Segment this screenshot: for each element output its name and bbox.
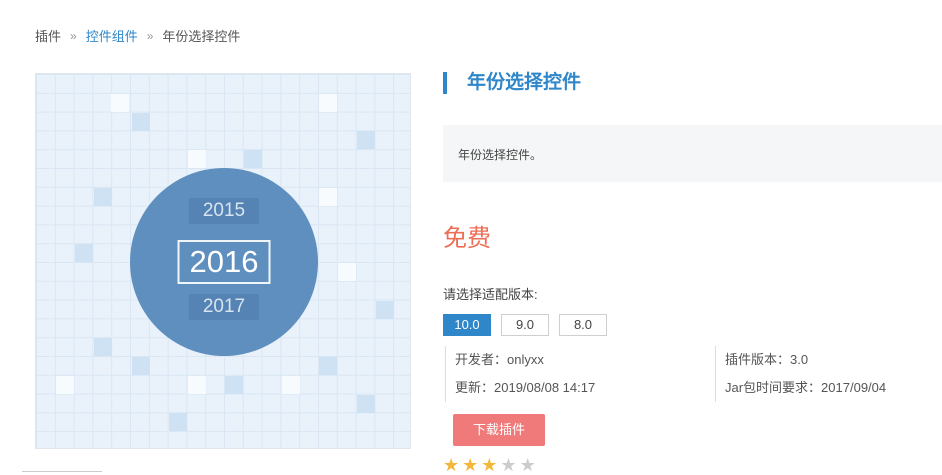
rating-stars: ★ ★ ★ ★ ★ [443, 456, 536, 474]
preview-tile [188, 376, 206, 394]
price-label: 免费 [443, 225, 491, 252]
plugin-meta-right: 插件版本：3.0 Jar包时间要求：2017/09/04 [715, 346, 886, 402]
year-current: 2016 [177, 240, 271, 284]
year-picker-circle: 2015 2016 2017 [130, 168, 318, 356]
preview-tile [282, 376, 300, 394]
star-icon[interactable]: ★ [443, 456, 459, 474]
preview-tile [132, 357, 150, 375]
plugin-title: 年份选择控件 [443, 72, 581, 94]
preview-tile [225, 376, 243, 394]
star-icon[interactable]: ★ [462, 456, 478, 474]
breadcrumb-category-link[interactable]: 控件组件 [86, 26, 138, 45]
preview-tile [244, 150, 262, 168]
preview-tile [111, 94, 129, 112]
plugin-meta-left: 开发者：onlyxx 更新：2019/08/08 14:17 [445, 346, 595, 402]
breadcrumb-separator: » [70, 28, 77, 43]
breadcrumb-current: 年份选择控件 [162, 29, 241, 44]
preview-tile [376, 301, 394, 319]
star-icon[interactable]: ★ [481, 456, 497, 474]
preview-tile [319, 357, 337, 375]
version-options: 10.0 9.0 8.0 [443, 314, 607, 336]
preview-tile [357, 395, 375, 413]
preview-tile [188, 150, 206, 168]
year-previous: 2015 [188, 198, 260, 224]
download-plugin-button[interactable]: 下载插件 [453, 414, 545, 446]
plugin-preview-image: 2015 2016 2017 [35, 73, 411, 449]
plugin-version-info: 插件版本：3.0 [725, 352, 809, 367]
year-next: 2017 [188, 294, 260, 320]
version-select-label: 请选择适配版本: [443, 287, 538, 302]
plugin-description: 年份选择控件。 [458, 148, 543, 162]
preview-tile [169, 413, 187, 431]
breadcrumb-root[interactable]: 插件 [35, 26, 61, 45]
preview-tile [319, 188, 337, 206]
breadcrumb: 插件 » 控件组件 » 年份选择控件 [35, 26, 240, 45]
preview-tile [319, 94, 337, 112]
plugin-description-box: 年份选择控件。 [443, 125, 942, 182]
version-option-9[interactable]: 9.0 [501, 314, 549, 336]
preview-tile [132, 113, 150, 131]
jar-time-info: Jar包时间要求：2017/09/04 [725, 380, 887, 395]
preview-tile [75, 244, 93, 262]
star-icon[interactable]: ★ [520, 456, 536, 474]
breadcrumb-separator: » [146, 28, 154, 43]
version-option-8[interactable]: 8.0 [559, 314, 607, 336]
version-option-10[interactable]: 10.0 [443, 314, 491, 336]
updated-info: 更新：2019/08/08 14:17 [455, 380, 596, 395]
preview-tile [338, 263, 356, 281]
preview-tile [357, 131, 375, 149]
preview-tile [56, 376, 74, 394]
preview-tile [94, 188, 112, 206]
thumbnail-strip-edge [22, 471, 102, 475]
developer-info: 开发者：onlyxx [455, 352, 544, 367]
star-icon[interactable]: ★ [500, 456, 516, 474]
preview-tile [94, 338, 112, 356]
